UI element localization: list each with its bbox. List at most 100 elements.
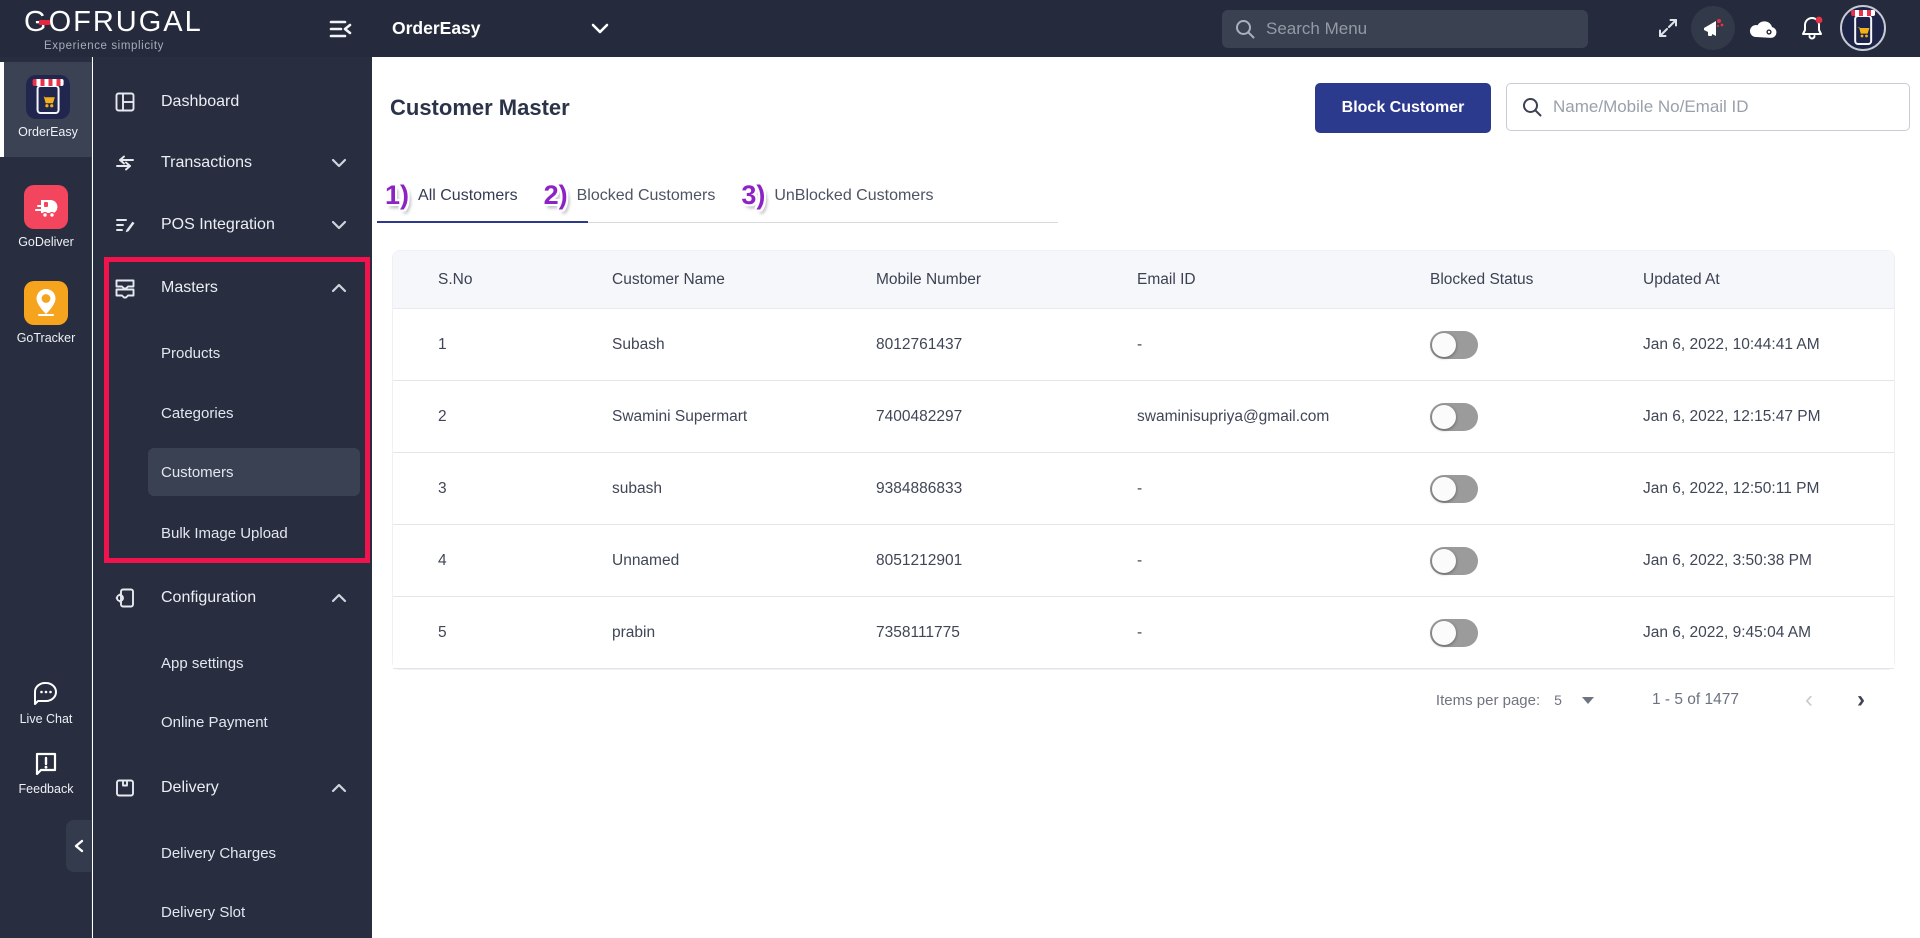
chevron-down-icon — [331, 220, 347, 230]
cell-updated-at: Jan 6, 2022, 3:50:38 PM — [1643, 551, 1812, 569]
sidebar-item-customers[interactable]: Customers — [93, 448, 372, 496]
product-selector-label: OrderEasy — [392, 18, 481, 38]
cell-mobile-number: 8051212901 — [876, 551, 963, 569]
pos-integration-icon — [113, 213, 137, 237]
sidebar-item-masters[interactable]: Masters — [93, 264, 372, 312]
blocked-status-toggle[interactable] — [1430, 618, 1478, 647]
customers-table: S.No Customer Name Mobile Number Email I… — [392, 250, 1895, 670]
chevron-up-icon — [331, 283, 347, 293]
tab-label: UnBlocked Customers — [774, 186, 934, 204]
ordereasy-app-icon — [26, 75, 70, 119]
gotracker-app-icon — [24, 281, 68, 325]
customer-search-input[interactable] — [1553, 97, 1883, 117]
dashboard-icon — [113, 90, 137, 114]
rail-item-ordereasy[interactable]: OrderEasy — [0, 62, 92, 157]
rail-label-feedback: Feedback — [18, 782, 74, 796]
store-avatar-icon — [1846, 8, 1880, 48]
rail-item-feedback[interactable]: Feedback — [0, 750, 92, 796]
sidebar-item-label: Transactions — [161, 154, 252, 171]
pagination: Items per page: 5 1 - 5 of 1477 ‹ › — [392, 668, 1895, 732]
tab-annotation-2: 2) — [543, 180, 568, 210]
blocked-status-toggle[interactable] — [1430, 546, 1478, 575]
sidebar-item-transactions[interactable]: Transactions — [93, 139, 372, 187]
transactions-icon — [113, 151, 137, 175]
rail-item-live-chat[interactable]: Live Chat — [0, 680, 92, 726]
sidebar-item-app-settings[interactable]: App settings — [93, 639, 372, 687]
tab-label: All Customers — [418, 186, 518, 204]
cell-email-id: - — [1137, 335, 1143, 353]
sidebar: Dashboard Transactions POS Integration M… — [93, 57, 372, 938]
sidebar-item-products[interactable]: Products — [93, 329, 372, 377]
sidebar-item-pos-integration[interactable]: POS Integration — [93, 201, 372, 249]
column-header-sno: S.No — [438, 270, 473, 288]
tab-unblocked-customers[interactable]: 3) UnBlocked Customers — [741, 182, 933, 223]
blocked-status-toggle[interactable] — [1430, 330, 1478, 359]
sidebar-item-delivery[interactable]: Delivery — [93, 764, 372, 812]
menu-search-input[interactable] — [1266, 19, 1566, 39]
sidebar-item-configuration[interactable]: Configuration — [93, 574, 372, 622]
cloud-icon[interactable] — [1741, 6, 1785, 50]
main-content: Customer Master Block Customer 1) All Cu… — [372, 57, 1920, 938]
pagination-range: 1 - 5 of 1477 — [1651, 691, 1739, 708]
tab-label: Blocked Customers — [576, 186, 716, 204]
cell-email-id: swaminisupriya@gmail.com — [1137, 407, 1330, 425]
sidebar-item-label: Products — [161, 344, 221, 362]
feedback-icon — [35, 752, 57, 776]
rail-collapse-handle[interactable] — [66, 820, 92, 872]
rail-label-live-chat: Live Chat — [19, 712, 73, 726]
product-selector[interactable]: OrderEasy — [392, 0, 609, 57]
rail-label-godeliver: GoDeliver — [18, 235, 74, 249]
notification-bell-icon[interactable] — [1790, 6, 1834, 50]
sidebar-item-online-payment[interactable]: Online Payment — [93, 698, 372, 746]
sidebar-item-label: Configuration — [161, 589, 257, 606]
column-header-updated-at: Updated At — [1643, 270, 1720, 288]
cell-mobile-number: 7358111775 — [876, 623, 960, 641]
cell-email-id: - — [1137, 479, 1143, 497]
sidebar-item-label: Dashboard — [161, 93, 240, 110]
customer-tabs: 1) All Customers 2) Blocked Customers 3)… — [377, 182, 1058, 223]
logo-red-dash-icon — [38, 20, 50, 25]
sidebar-item-delivery-slot[interactable]: Delivery Slot — [93, 888, 372, 936]
cell-sno: 4 — [438, 551, 447, 569]
sidebar-item-label: Customers — [161, 463, 234, 481]
blocked-status-toggle[interactable] — [1430, 402, 1478, 431]
cell-sno: 3 — [438, 479, 447, 497]
topbar: G OFRUGAL Experience simplicity OrderEasy — [0, 0, 1920, 57]
sidebar-item-label: Delivery Charges — [161, 844, 277, 862]
masters-icon — [113, 276, 137, 300]
sidebar-item-delivery-charges[interactable]: Delivery Charges — [93, 829, 372, 877]
sidebar-item-dashboard[interactable]: Dashboard — [93, 78, 372, 126]
rail-item-godeliver[interactable]: GoDeliver — [0, 185, 92, 249]
items-per-page-caret-icon[interactable] — [1581, 696, 1594, 704]
block-customer-button[interactable]: Block Customer — [1315, 83, 1491, 133]
cell-updated-at: Jan 6, 2022, 12:15:47 PM — [1643, 407, 1821, 425]
sidebar-item-categories[interactable]: Categories — [93, 389, 372, 437]
sidebar-item-label: Masters — [161, 279, 218, 296]
tab-blocked-customers[interactable]: 2) Blocked Customers — [544, 182, 716, 223]
previous-page-button[interactable]: ‹ — [1805, 688, 1813, 712]
announcement-icon[interactable] — [1691, 6, 1735, 50]
gofrugal-logo: G OFRUGAL Experience simplicity — [24, 6, 203, 53]
rail-item-gotracker[interactable]: GoTracker — [0, 281, 92, 345]
customer-search — [1506, 83, 1910, 131]
cell-email-id: - — [1137, 551, 1143, 569]
blocked-status-toggle[interactable] — [1430, 474, 1478, 503]
page-title: Customer Master — [390, 95, 570, 120]
logo-text: G OFRUGAL — [24, 6, 203, 38]
store-avatar[interactable] — [1840, 5, 1886, 51]
cell-customer-name: prabin — [612, 623, 656, 641]
fullscreen-icon[interactable] — [1646, 6, 1690, 50]
toggle-knob — [1432, 332, 1456, 357]
items-per-page-value[interactable]: 5 — [1554, 692, 1562, 708]
tab-all-customers[interactable]: 1) All Customers — [377, 182, 588, 223]
cell-sno: 5 — [438, 623, 447, 641]
sidebar-item-label: Bulk Image Upload — [161, 524, 288, 542]
table-row: 3 subash 9384886833 - Jan 6, 2022, 12:50… — [393, 453, 1894, 525]
chevron-down-icon — [331, 158, 347, 168]
menu-search — [1222, 10, 1588, 48]
sidebar-item-bulk-image-upload[interactable]: Bulk Image Upload — [93, 509, 372, 557]
sidebar-collapse-icon[interactable] — [328, 16, 354, 42]
cell-customer-name: Subash — [612, 335, 665, 353]
next-page-button[interactable]: › — [1857, 688, 1865, 712]
cell-mobile-number: 7400482297 — [876, 407, 963, 425]
